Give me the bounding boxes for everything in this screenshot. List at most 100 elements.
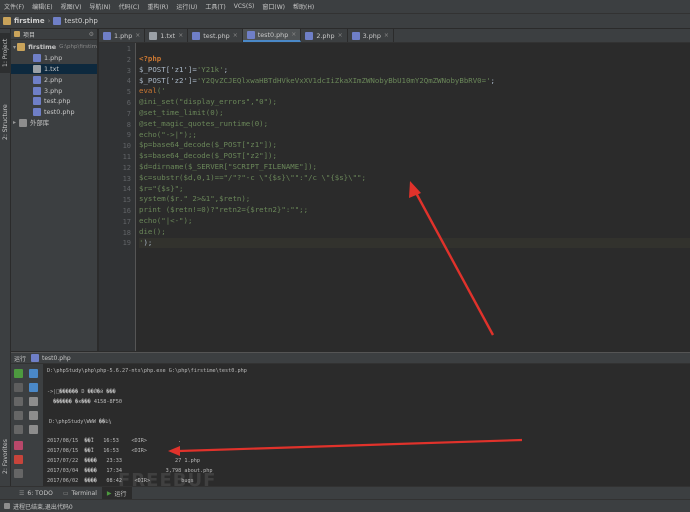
- php-file-icon: [31, 354, 40, 362]
- tree-file-test0-php[interactable]: test0.php: [11, 107, 97, 118]
- pause-icon[interactable]: [14, 397, 23, 406]
- tab-todo-label: 6: TODO: [27, 489, 53, 497]
- scroll-down-icon[interactable]: [29, 383, 38, 392]
- tab-terminal-label: Terminal: [71, 489, 97, 497]
- php-file-icon: [192, 31, 201, 40]
- line-number: 4: [126, 77, 131, 86]
- tree-file-label: 1.php: [44, 54, 63, 63]
- stop-icon[interactable]: [14, 383, 23, 392]
- tree-file-label: test.php: [44, 97, 71, 106]
- tree-external-label: 外部库: [30, 119, 50, 128]
- status-bar: 进程已结束,退出代码0: [0, 499, 690, 512]
- tab-3-php[interactable]: 3.php ×: [348, 29, 394, 42]
- line-number: 3: [126, 66, 131, 75]
- breadcrumb-project[interactable]: firstime: [14, 17, 45, 25]
- run-console[interactable]: D:\phpStudy\php\php-5.6.27-nts\php.exe G…: [44, 364, 690, 486]
- project-icon: [14, 31, 20, 37]
- run-panel-label[interactable]: 运行: [14, 354, 26, 363]
- rerun-icon[interactable]: [14, 369, 23, 378]
- soft-wrap-icon[interactable]: [29, 397, 38, 406]
- tab-1-txt[interactable]: 1.txt ×: [145, 29, 189, 42]
- terminal-icon: ▭: [62, 489, 69, 497]
- line-number: 11: [122, 153, 131, 161]
- tab-label: test0.php: [257, 30, 289, 39]
- panel-settings-icon[interactable]: ⚙: [89, 31, 94, 38]
- tree-external-libraries[interactable]: ▸ 外部库: [11, 118, 97, 129]
- php-file-icon: [246, 30, 255, 39]
- tab-label: test.php: [203, 31, 230, 40]
- tab-test0-php[interactable]: test0.php ×: [242, 29, 302, 42]
- tab-structure-tool[interactable]: 2: Structure: [0, 99, 11, 145]
- tab-favorites-tool[interactable]: 2: Favorites: [0, 434, 11, 480]
- menu-edit[interactable]: 编辑(E): [28, 2, 56, 11]
- line-number: 2: [126, 55, 131, 64]
- php-file-icon: [33, 86, 41, 95]
- code-editor[interactable]: <?php $_POST['z1']='Y21k'; $_POST['z2']=…: [137, 43, 690, 351]
- line-number: 6: [126, 99, 131, 107]
- tree-root[interactable]: ▾ firstime G:\php\firstim: [11, 42, 97, 53]
- menu-vcs[interactable]: VCS(S): [230, 3, 259, 10]
- close-icon[interactable]: ×: [178, 32, 183, 39]
- tree-file-label: 1.txt: [44, 64, 59, 73]
- tree-root-name: firstime: [28, 43, 57, 52]
- tab-project-tool[interactable]: 1: Project: [0, 33, 11, 73]
- tab-1-php[interactable]: 1.php ×: [99, 29, 146, 42]
- tree-file-1-php[interactable]: 1.php: [11, 53, 97, 64]
- tree-file-2-php[interactable]: 2.php: [11, 74, 97, 85]
- annotation-arrow: [168, 438, 523, 456]
- tab-2-php[interactable]: 2.php ×: [301, 29, 348, 42]
- tab-terminal[interactable]: ▭ Terminal: [58, 487, 102, 500]
- tree-file-label: 3.php: [44, 86, 63, 95]
- text-file-icon: [149, 31, 158, 40]
- php-file-icon: [33, 97, 41, 106]
- run-panel-header: 运行 test0.php: [11, 352, 690, 364]
- tree-file-test-php[interactable]: test.php: [11, 96, 97, 107]
- line-number: 18: [122, 228, 131, 237]
- tab-label: 2.php: [316, 31, 335, 40]
- print-icon[interactable]: [29, 411, 38, 420]
- menu-window[interactable]: 窗口(W): [258, 2, 289, 11]
- menu-bar: 文件(F) 编辑(E) 视图(V) 导航(N) 代码(C) 重构(R) 运行(U…: [0, 0, 690, 14]
- close-icon[interactable]: ×: [291, 31, 296, 38]
- php-file-icon: [103, 31, 111, 40]
- clear-icon[interactable]: [29, 425, 38, 434]
- close-icon[interactable]: ×: [384, 32, 389, 39]
- pin-icon[interactable]: [14, 441, 23, 450]
- close-icon[interactable]: ×: [338, 32, 343, 39]
- php-file-icon: [33, 108, 41, 117]
- breadcrumb: firstime › test0.php: [0, 17, 98, 25]
- project-panel-title[interactable]: 项目: [23, 30, 35, 39]
- line-number: 10: [122, 142, 131, 151]
- tree-file-1-txt[interactable]: 1.txt: [11, 63, 97, 75]
- help-icon[interactable]: [14, 469, 23, 478]
- menu-tools[interactable]: 工具(T): [201, 2, 229, 11]
- scroll-up-icon[interactable]: [29, 369, 38, 378]
- run-panel-file[interactable]: test0.php: [42, 355, 71, 362]
- editor-tabs: 1.php × 1.txt × test.php × test0.php × 2…: [99, 29, 690, 43]
- line-number: 8: [126, 120, 131, 129]
- close-icon[interactable]: ×: [233, 32, 238, 39]
- menu-help[interactable]: 帮助(H): [289, 2, 318, 11]
- close-icon[interactable]: ×: [135, 32, 140, 39]
- line-number-gutter[interactable]: 1 2 3 4 5 6 7 8 9 10 11 12 13 14 15 16 1…: [99, 43, 136, 351]
- folder-icon: [3, 17, 11, 25]
- left-tool-strip: 1: Project 2: Structure 2: Favorites: [0, 29, 11, 512]
- line-number: 14: [122, 185, 131, 194]
- library-icon: [19, 118, 27, 127]
- menu-code[interactable]: 代码(C): [115, 2, 144, 11]
- tab-todo[interactable]: ☰ 6: TODO: [14, 487, 58, 500]
- menu-file[interactable]: 文件(F): [0, 2, 28, 11]
- menu-view[interactable]: 视图(V): [57, 2, 86, 11]
- tree-file-3-php[interactable]: 3.php: [11, 85, 97, 96]
- close-icon[interactable]: [14, 455, 23, 464]
- dump-icon[interactable]: [14, 411, 23, 420]
- settings-icon[interactable]: [14, 425, 23, 434]
- menu-refactor[interactable]: 重构(R): [143, 2, 172, 11]
- folder-icon: [17, 43, 26, 52]
- menu-run[interactable]: 运行(U): [172, 2, 201, 11]
- menu-navigate[interactable]: 导航(N): [85, 2, 114, 11]
- tab-test-php[interactable]: test.php ×: [188, 29, 243, 42]
- status-icon: [4, 503, 10, 509]
- breadcrumb-file[interactable]: test0.php: [64, 17, 97, 25]
- php-file-icon: [33, 75, 41, 84]
